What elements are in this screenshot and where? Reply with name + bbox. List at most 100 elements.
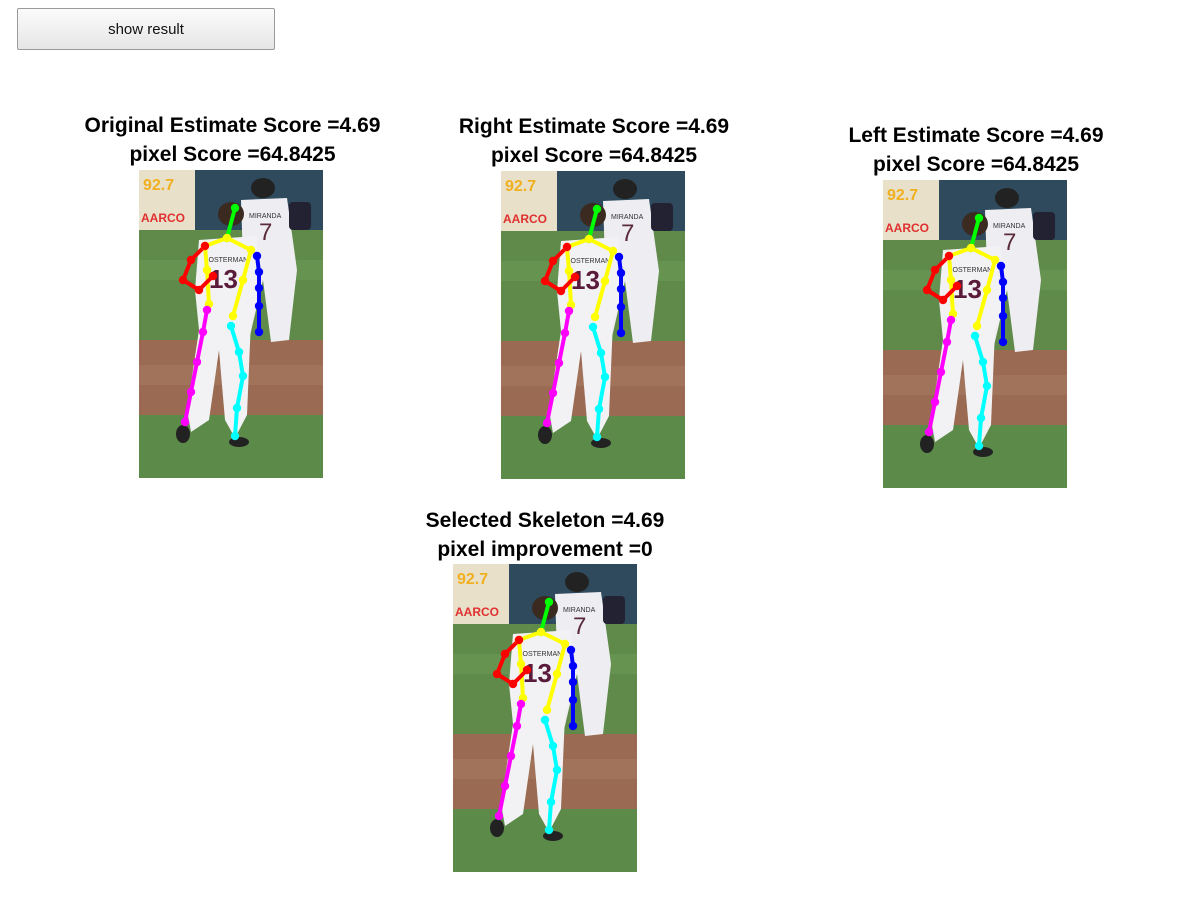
left-leg-joint bbox=[600, 372, 610, 382]
sign-bottom-text: AARCO bbox=[503, 212, 547, 226]
left-leg-joint bbox=[592, 432, 602, 442]
left-estimate-title: Left Estimate Score =4.69 pixel Score =6… bbox=[830, 121, 1122, 179]
back-number-text: 7 bbox=[1003, 229, 1016, 256]
left-estimate-score: Left Estimate Score =4.69 bbox=[848, 124, 1104, 147]
selected-skeleton-title: Selected Skeleton =4.69 pixel improvemen… bbox=[408, 506, 682, 564]
right-pixel-score: pixel Score =64.8425 bbox=[490, 144, 698, 167]
left-arm-limb bbox=[617, 255, 623, 335]
skeleton-overlay: 92.7 AARCO MIRANDA 7 JOSTERMAN 13 bbox=[139, 170, 323, 478]
right-arm-joint bbox=[186, 255, 196, 265]
right-leg-joint bbox=[506, 751, 516, 761]
right-leg-joint bbox=[180, 417, 190, 427]
left-arm-joint bbox=[616, 328, 626, 338]
right-leg-joint bbox=[186, 387, 196, 397]
skeleton-overlay: 92.7 AARCO MIRANDA 7 JOSTERMAN 13 bbox=[883, 180, 1067, 488]
right-arm-joint bbox=[514, 635, 524, 645]
skeleton-overlay: 92.7 AARCO MIRANDA 7 JOSTERMAN 13 bbox=[501, 171, 685, 479]
right-arm-joint bbox=[570, 272, 580, 282]
sign-bottom-text: AARCO bbox=[885, 221, 929, 235]
left-leg-joint bbox=[596, 348, 606, 358]
right-leg-joint bbox=[512, 721, 522, 731]
right-arm-joint bbox=[922, 285, 932, 295]
left-arm-limb bbox=[255, 254, 261, 334]
torso-joint bbox=[564, 266, 574, 276]
left-arm-joint bbox=[254, 327, 264, 337]
torso-joint bbox=[516, 659, 526, 669]
right-leg-joint bbox=[192, 357, 202, 367]
right-arm-joint bbox=[208, 271, 218, 281]
left-leg-joint bbox=[544, 825, 554, 835]
torso-joint bbox=[990, 255, 1000, 265]
head-joint bbox=[974, 213, 984, 223]
skeleton-overlay: 92.7 AARCO MIRANDA 7 JOSTERMAN 13 bbox=[453, 564, 637, 872]
left-pixel-score: pixel Score =64.8425 bbox=[872, 153, 1080, 176]
original-estimate-score: Original Estimate Score =4.69 bbox=[84, 114, 381, 137]
torso-joint bbox=[608, 246, 618, 256]
front-name-text: JOSTERMAN bbox=[949, 267, 992, 274]
left-arm-joint bbox=[998, 293, 1008, 303]
torso-joint bbox=[246, 245, 256, 255]
left-leg-joint bbox=[546, 797, 556, 807]
right-arm-joint bbox=[492, 669, 502, 679]
left-arm-limb bbox=[999, 264, 1005, 344]
right-arm-joint bbox=[562, 242, 572, 252]
right-leg-joint bbox=[930, 397, 940, 407]
left-arm-joint bbox=[616, 268, 626, 278]
left-arm-joint bbox=[254, 267, 264, 277]
right-leg-joint bbox=[942, 337, 952, 347]
left-leg-joint bbox=[234, 347, 244, 357]
original-estimate-title: Original Estimate Score =4.69 pixel Scor… bbox=[65, 111, 400, 169]
left-arm-joint bbox=[614, 252, 624, 262]
torso-joint bbox=[542, 705, 552, 715]
sign-top-text: 92.7 bbox=[887, 187, 918, 204]
right-arm-joint bbox=[508, 679, 518, 689]
left-leg-joint bbox=[232, 403, 242, 413]
right-leg-joint bbox=[516, 699, 526, 709]
original-pixel-score: pixel Score =64.8425 bbox=[129, 143, 336, 166]
right-leg-joint bbox=[548, 388, 558, 398]
left-leg-joint bbox=[540, 715, 550, 725]
left-arm-joint bbox=[568, 677, 578, 687]
left-arm-joint bbox=[566, 645, 576, 655]
right-arm-joint bbox=[540, 276, 550, 286]
right-arm-joint bbox=[178, 275, 188, 285]
right-leg-joint bbox=[494, 811, 504, 821]
right-leg-joint bbox=[936, 367, 946, 377]
selected-skeleton-image: 92.7 AARCO MIRANDA 7 JOSTERMAN 13 bbox=[453, 564, 637, 872]
torso-joint bbox=[238, 275, 248, 285]
torso-joint bbox=[222, 233, 232, 243]
torso-joint bbox=[584, 234, 594, 244]
left-arm-joint bbox=[254, 283, 264, 293]
left-leg-joint bbox=[552, 765, 562, 775]
torso-joint bbox=[536, 627, 546, 637]
head-joint bbox=[592, 204, 602, 214]
left-leg-joint bbox=[226, 321, 236, 331]
left-arm-joint bbox=[254, 301, 264, 311]
right-leg-joint bbox=[202, 305, 212, 315]
right-arm-joint bbox=[194, 285, 204, 295]
left-leg-joint bbox=[548, 741, 558, 751]
show-result-button[interactable]: show result bbox=[17, 8, 275, 50]
sign-top-text: 92.7 bbox=[505, 178, 536, 195]
left-leg-joint bbox=[230, 431, 240, 441]
head-joint bbox=[544, 597, 554, 607]
left-leg-joint bbox=[970, 331, 980, 341]
front-name-text: JOSTERMAN bbox=[205, 257, 248, 264]
right-arm-joint bbox=[500, 649, 510, 659]
right-arm-joint bbox=[548, 256, 558, 266]
left-arm-limb bbox=[569, 648, 575, 728]
right-arm-joint bbox=[952, 281, 962, 291]
left-arm-joint bbox=[568, 695, 578, 705]
back-number-text: 7 bbox=[621, 220, 634, 247]
left-arm-joint bbox=[252, 251, 262, 261]
left-leg-joint bbox=[974, 441, 984, 451]
left-arm-joint bbox=[998, 311, 1008, 321]
left-arm-joint bbox=[568, 661, 578, 671]
left-leg-joint bbox=[982, 381, 992, 391]
torso-joint bbox=[590, 312, 600, 322]
torso-joint bbox=[600, 276, 610, 286]
original-estimate-image: 92.7 AARCO MIRANDA 7 JOSTERMAN 13 bbox=[139, 170, 323, 478]
right-arm-joint bbox=[522, 665, 532, 675]
torso-joint bbox=[982, 285, 992, 295]
right-arm-joint bbox=[938, 295, 948, 305]
